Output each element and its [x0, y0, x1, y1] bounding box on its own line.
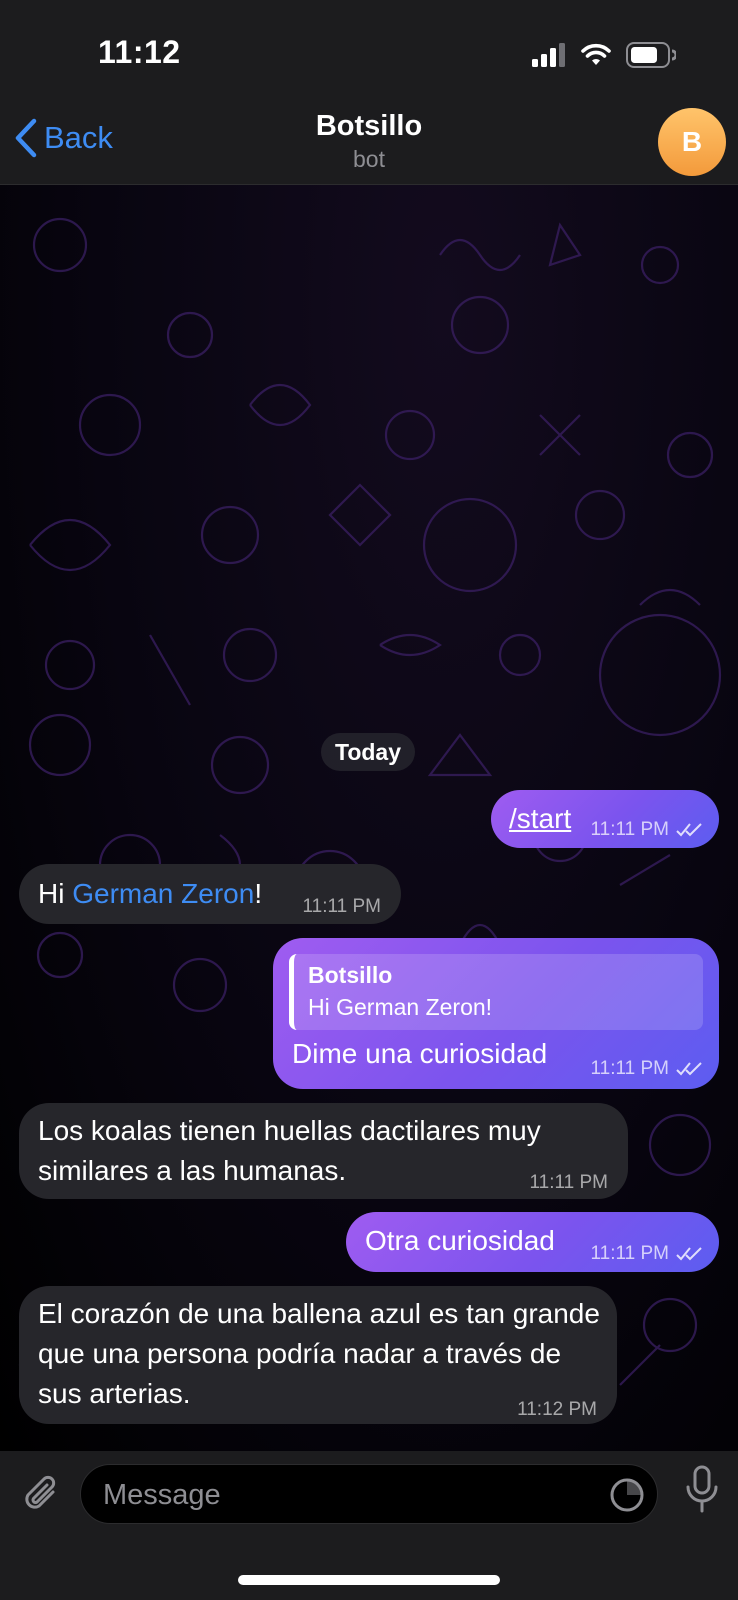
- chat-header: Back Botsillo bot B: [0, 100, 738, 185]
- battery-icon: [626, 42, 676, 68]
- incoming-message[interactable]: Los koalas tienen huellas dactilares muy…: [19, 1103, 628, 1199]
- command-link[interactable]: /start: [509, 799, 571, 839]
- incoming-message[interactable]: Hi German Zeron! 11:11 PM: [19, 864, 401, 924]
- status-bar: 11:12: [0, 0, 738, 100]
- incoming-message[interactable]: El corazón de una ballena azul es tan gr…: [19, 1286, 617, 1424]
- message-time: 11:12 PM: [517, 1399, 597, 1420]
- message-meta: 11:11 PM: [590, 810, 703, 850]
- status-icons: [532, 40, 676, 70]
- chat-area[interactable]: Today /start 11:11 PM Hi German Zeron! 1…: [0, 185, 738, 1451]
- chat-title-area[interactable]: Botsillo bot: [0, 110, 738, 173]
- message-time: 11:11 PM: [529, 1172, 608, 1193]
- signal-icon: [532, 43, 565, 67]
- message-field[interactable]: [80, 1464, 658, 1525]
- message-text: Otra curiosidad: [365, 1225, 555, 1256]
- wifi-icon: [581, 43, 611, 65]
- read-checkmarks-icon: [676, 1247, 702, 1261]
- read-checkmarks-icon: [676, 823, 702, 837]
- reply-sender-name: Botsillo: [308, 962, 393, 988]
- message-meta: 11:11 PM: [590, 1049, 703, 1089]
- outgoing-message[interactable]: Otra curiosidad 11:11 PM: [346, 1212, 719, 1272]
- message-text-suffix: !: [254, 878, 263, 909]
- message-meta: 11:12 PM: [517, 1390, 597, 1430]
- reply-quoted-text: Hi German Zeron!: [308, 994, 493, 1020]
- outgoing-message[interactable]: Botsillo Hi German Zeron! Dime una curio…: [273, 938, 719, 1089]
- microphone-icon[interactable]: [684, 1465, 720, 1515]
- message-time: 11:11 PM: [590, 1243, 669, 1264]
- status-time: 11:12: [98, 34, 181, 70]
- message-meta: 11:11 PM: [529, 1163, 608, 1203]
- sticker-icon[interactable]: [609, 1477, 645, 1513]
- attach-icon[interactable]: [20, 1473, 64, 1517]
- message-time: 11:11 PM: [302, 896, 381, 917]
- date-separator: Today: [321, 733, 415, 771]
- avatar[interactable]: B: [658, 108, 726, 176]
- message-text: Dime una curiosidad: [292, 1038, 548, 1069]
- read-checkmarks-icon: [676, 1062, 702, 1076]
- chat-title: Botsillo: [315, 110, 423, 142]
- home-indicator[interactable]: [238, 1575, 500, 1585]
- message-meta: 11:11 PM: [590, 1234, 703, 1274]
- reply-quote[interactable]: Botsillo Hi German Zeron!: [289, 954, 703, 1030]
- message-text: Hi German Zeron!: [38, 874, 262, 914]
- message-time: 11:11 PM: [590, 1058, 669, 1079]
- outgoing-message[interactable]: /start 11:11 PM: [491, 790, 719, 848]
- chat-subtitle: bot: [353, 146, 385, 172]
- message-meta: 11:11 PM: [302, 887, 381, 927]
- message-text-prefix: Hi: [38, 878, 73, 909]
- message-time: 11:11 PM: [590, 819, 669, 840]
- message-input[interactable]: [101, 1465, 585, 1525]
- user-mention-link[interactable]: German Zeron: [72, 878, 254, 909]
